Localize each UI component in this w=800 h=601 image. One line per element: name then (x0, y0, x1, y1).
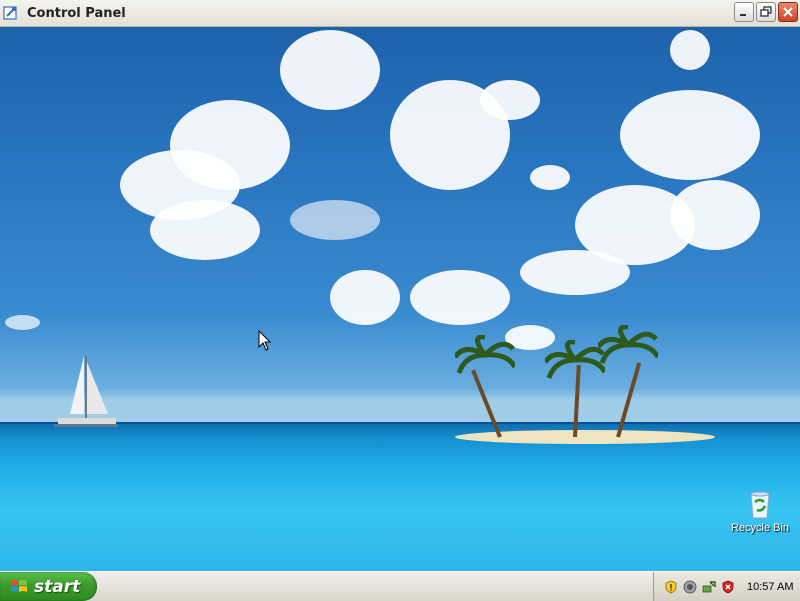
window-titlebar[interactable]: Control Panel (0, 0, 800, 27)
security-shield-icon[interactable] (664, 580, 678, 594)
island (455, 430, 715, 444)
recycle-bin[interactable]: Recycle Bin (726, 488, 794, 534)
palm-crown (598, 325, 658, 364)
window-title: Control Panel (27, 5, 126, 21)
cloud (410, 270, 510, 325)
cloud (280, 30, 380, 110)
cloud (150, 200, 260, 260)
system-tray: 10:57 AM (653, 572, 800, 601)
restore-button[interactable] (756, 2, 776, 22)
cloud (670, 180, 760, 250)
cloud (530, 165, 570, 190)
cloud (480, 80, 540, 120)
clock[interactable]: 10:57 AM (747, 581, 793, 593)
close-button[interactable] (778, 2, 798, 22)
network-icon[interactable] (683, 580, 697, 594)
cloud (620, 90, 760, 180)
desktop-wallpaper (0, 0, 800, 571)
start-button[interactable]: start (0, 572, 97, 601)
minimize-icon (740, 14, 746, 16)
sea (0, 424, 800, 571)
close-icon (783, 7, 793, 17)
cloud (290, 200, 380, 240)
sailboat (54, 356, 118, 427)
cloud (170, 100, 290, 190)
window-controls (734, 2, 798, 22)
start-label: start (34, 576, 81, 597)
cloud (5, 315, 40, 330)
palm-crown (545, 340, 605, 379)
cloud (330, 270, 400, 325)
desktop-icon-label: Recycle Bin (730, 522, 790, 534)
cloud (670, 30, 710, 70)
minimize-button[interactable] (734, 2, 754, 22)
windows-logo-icon (11, 579, 27, 592)
control-panel-icon (3, 6, 17, 20)
recycle-bin-icon (750, 491, 770, 519)
cloud (520, 250, 630, 295)
mouse-cursor-icon (258, 330, 272, 351)
safely-remove-icon[interactable] (702, 580, 716, 594)
security-center-icon[interactable] (721, 580, 735, 594)
restore-icon (760, 6, 772, 17)
taskbar: start 10:57 AM (0, 571, 800, 601)
palm-crown (455, 335, 515, 374)
